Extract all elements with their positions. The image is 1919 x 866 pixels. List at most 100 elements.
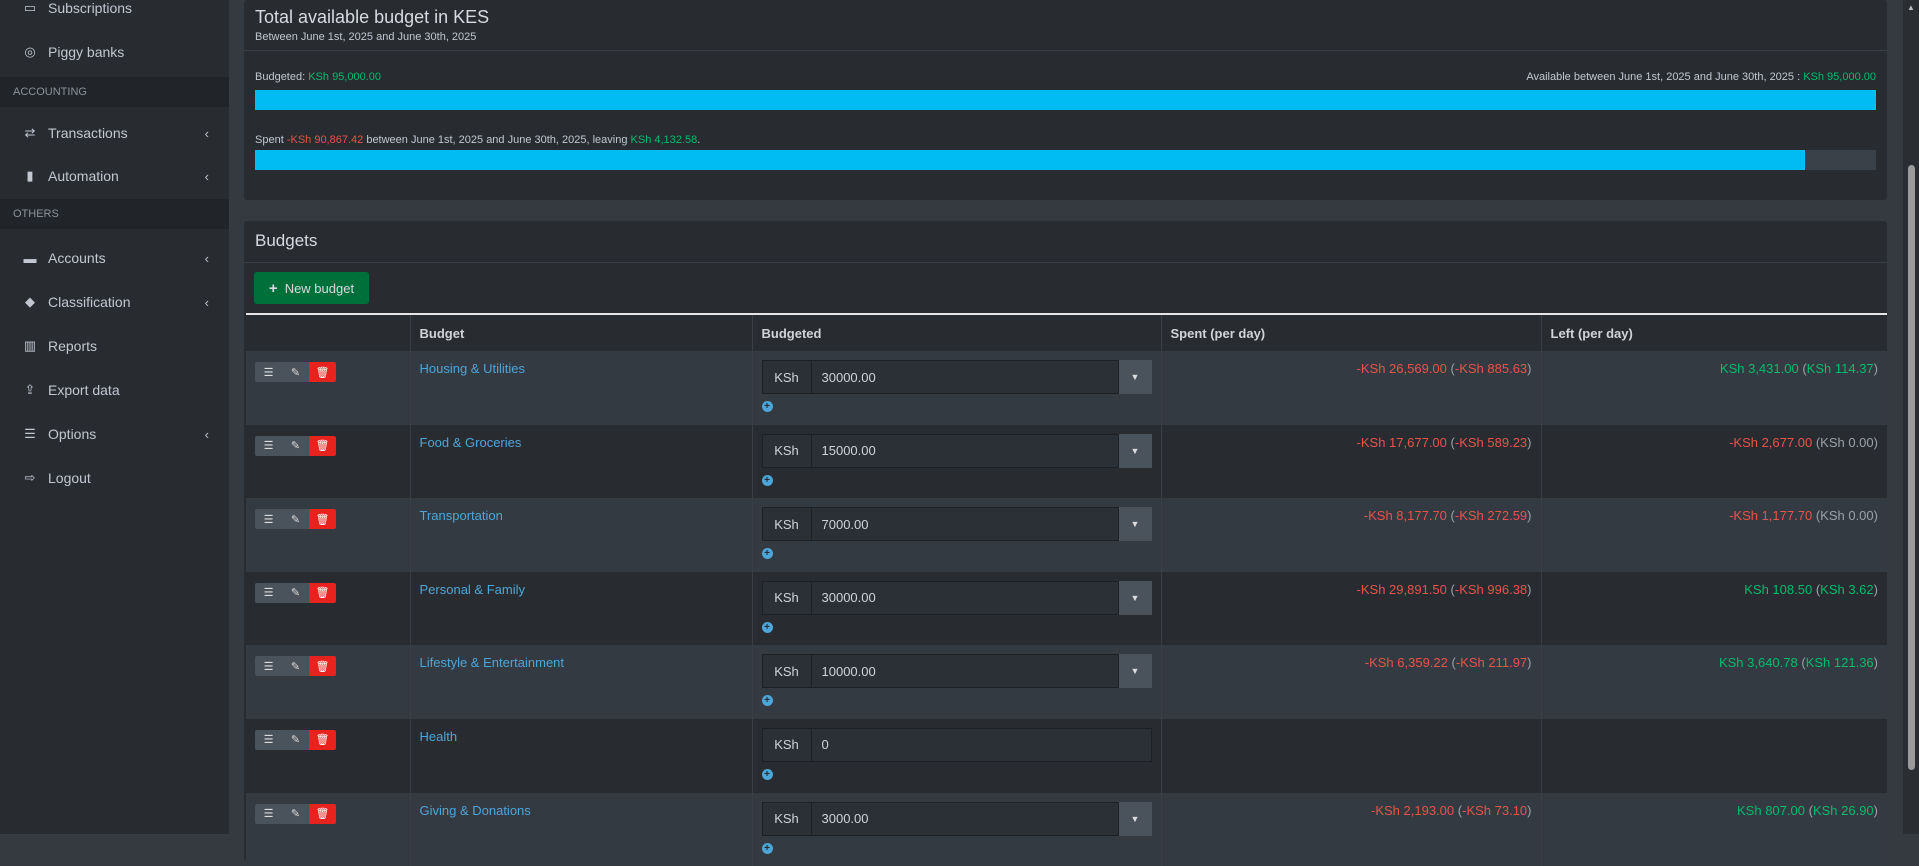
budget-amount-input[interactable]: 30000.00 [811,360,1119,394]
sidebar-item-accounts[interactable]: ▬ Accounts ‹ [0,238,229,278]
sidebar-item-subscriptions[interactable]: ▭ Subscriptions [0,0,229,28]
budget-link[interactable]: Personal & Family [420,582,525,597]
row-actions: ☰ ✎ 🗑 [246,571,410,646]
budget-link[interactable]: Housing & Utilities [420,361,526,376]
spent-cell: -KSh 29,891.50 (-KSh 996.38) [1160,571,1541,646]
caret-down-icon[interactable]: ▼ [1118,801,1152,836]
delete-trash-icon[interactable]: 🗑 [309,803,336,824]
sidebar-item-automation[interactable]: ▮ Automation ‹ [0,156,229,196]
add-plus-circle-icon[interactable]: + [761,548,773,560]
budget-amount-input[interactable]: 30000.00 [811,580,1119,615]
spent-progress-fill [255,150,1806,170]
add-plus-circle-icon[interactable]: + [761,695,773,707]
sidebar-item-transactions[interactable]: ⇄ Transactions ‹ [0,113,229,153]
edit-pencil-icon[interactable]: ✎ [282,509,309,530]
budgeted-cell: KSh 7000.00 ▼ + [751,498,1161,572]
add-plus-circle-icon[interactable]: + [761,621,773,633]
add-plus-circle-icon[interactable]: + [761,768,773,780]
edit-pencil-icon[interactable]: ✎ [282,362,309,382]
section-header-others: OTHERS [0,199,229,229]
budget-amount-input-group: KSh 3000.00 ▼ [761,801,1152,836]
chevron-left-icon: ‹ [204,250,209,266]
caret-down-icon[interactable]: ▼ [1118,433,1152,468]
delete-trash-icon[interactable]: 🗑 [309,509,336,530]
calendar-icon: ▭ [23,0,37,15]
caret-down-icon[interactable]: ▼ [1118,580,1152,615]
delete-trash-icon[interactable]: 🗑 [309,362,336,382]
spent-label: Spent [255,134,287,146]
delete-trash-icon[interactable]: 🗑 [309,656,336,677]
spent-per-day: -KSh 211.97 [1455,655,1528,671]
scrollbar-thumb[interactable] [1908,165,1915,770]
row-actions: ☰ ✎ 🗑 [246,424,410,499]
list-icon[interactable]: ☰ [255,656,282,677]
scrollbar[interactable]: ▲ [1903,0,1919,834]
caret-down-icon[interactable]: ▼ [1118,507,1152,542]
section-header-accounting: ACCOUNTING [0,77,229,107]
spent-text: Spent -KSh 90,867.42 between June 1st, 2… [255,134,700,146]
list-icon[interactable]: ☰ [255,362,282,382]
sidebar-item-label: Options [48,426,97,442]
budgeted-cell: KSh 30000.00 ▼ + [751,351,1161,425]
budget-amount-input-group: KSh 30000.00 ▼ [761,580,1152,615]
budgeted-label: Budgeted: [255,71,309,83]
budget-link[interactable]: Food & Groceries [420,435,522,450]
budget-amount-input[interactable]: 10000.00 [811,654,1119,689]
paren: ) [1873,508,1878,524]
sidebar-item-export-data[interactable]: ⇪ Export data [0,370,229,410]
list-icon[interactable]: ☰ [255,435,282,456]
edit-pencil-icon[interactable]: ✎ [282,435,309,456]
currency-prefix: KSh [761,801,812,836]
edit-pencil-icon[interactable]: ✎ [282,729,309,750]
credit-card-icon: ▬ [23,250,37,266]
caret-down-icon[interactable]: ▼ [1118,654,1152,689]
add-plus-circle-icon[interactable]: + [761,842,773,854]
budget-amount-input[interactable]: 0 [811,727,1152,762]
scroll-up-icon[interactable]: ▲ [1907,3,1915,12]
panel-subtitle: Between June 1st, 2025 and June 30th, 20… [255,31,477,43]
chevron-left-icon: ‹ [204,125,209,141]
spent-progress-bar [255,150,1876,170]
sidebar-item-logout[interactable]: ⇨ Logout [0,458,229,498]
delete-trash-icon[interactable]: 🗑 [309,582,336,603]
edit-pencil-icon[interactable]: ✎ [282,656,309,677]
new-budget-label: New budget [284,280,355,296]
delete-trash-icon[interactable]: 🗑 [309,729,336,750]
budget-amount-input[interactable]: 15000.00 [811,433,1119,468]
budget-link[interactable]: Transportation [420,508,503,523]
budget-amount-input-group: KSh 10000.00 ▼ [761,654,1152,689]
left-per-day: KSh 0.00 [1820,508,1874,524]
edit-pencil-icon[interactable]: ✎ [282,803,309,824]
budget-link[interactable]: Lifestyle & Entertainment [420,655,565,670]
budget-link[interactable]: Health [420,729,458,744]
budget-link[interactable]: Giving & Donations [420,803,531,818]
list-icon[interactable]: ☰ [255,729,282,750]
left-per-day: KSh 114.37 [1806,361,1874,376]
edit-pencil-icon[interactable]: ✎ [282,582,309,603]
spent-amount: -KSh 26,569.00 [1356,361,1447,376]
panel-title: Total available budget in KES [255,7,490,27]
sidebar-item-reports[interactable]: ▥ Reports [0,326,229,366]
add-plus-circle-icon[interactable]: + [761,401,773,412]
delete-trash-icon[interactable]: 🗑 [309,435,336,456]
budget-name-cell: Lifestyle & Entertainment [409,645,752,719]
sidebar-item-label: Automation [48,168,119,184]
sidebar-item-classification[interactable]: ◆ Classification ‹ [0,282,229,322]
row-actions: ☰ ✎ 🗑 [246,792,410,866]
budget-progress-fill [255,90,1876,110]
spent-amount: -KSh 8,177.70 [1363,508,1447,524]
chevron-left-icon: ‹ [204,294,209,310]
col-spent: Spent (per day) [1160,314,1541,351]
new-budget-button[interactable]: + New budget [254,272,369,304]
budget-amount-input[interactable]: 7000.00 [811,507,1119,542]
add-plus-circle-icon[interactable]: + [761,474,773,486]
list-icon[interactable]: ☰ [255,803,282,824]
budgets-panel: Budgets + New budget Budget Budgeted Spen… [244,221,1887,866]
sidebar-item-piggy-banks[interactable]: ◎ Piggy banks [0,32,229,72]
list-icon[interactable]: ☰ [255,509,282,530]
caret-down-icon[interactable]: ▼ [1118,360,1152,394]
sidebar-item-options[interactable]: ☰ Options ‹ [0,414,229,454]
list-icon[interactable]: ☰ [255,582,282,603]
table-row: ☰ ✎ 🗑 Giving & Donations KSh 3000.00 ▼ + -KSh 2,… [246,792,1887,866]
budget-amount-input[interactable]: 3000.00 [811,801,1119,836]
